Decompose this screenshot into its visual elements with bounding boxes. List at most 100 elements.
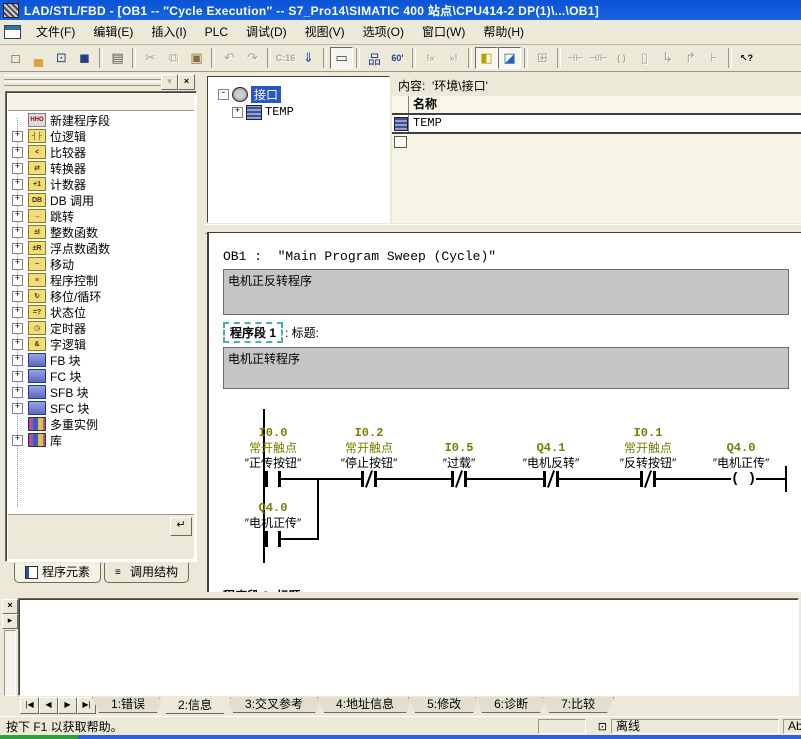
close-branch-icon[interactable]: ↱ xyxy=(679,47,702,69)
network-connections-icon[interactable]: 品 xyxy=(363,47,386,69)
no-contact-icon[interactable]: ⊣⊢ xyxy=(564,47,587,69)
sidebar-dropdown-button[interactable]: ▾ xyxy=(161,74,178,90)
new-network-icon[interactable]: ⊞ xyxy=(531,47,554,69)
next-error-icon[interactable]: »! xyxy=(442,47,465,69)
tree-item-6[interactable]: +→跳转 xyxy=(8,208,194,224)
next-button[interactable]: ▶ xyxy=(58,697,77,714)
rung-element-0-symbol[interactable] xyxy=(268,471,278,487)
expand-icon[interactable]: + xyxy=(12,227,23,238)
collapse-icon[interactable]: - xyxy=(218,89,229,100)
output-tab-2[interactable]: 2:信息 xyxy=(159,697,231,714)
expand-icon[interactable]: + xyxy=(12,371,23,382)
expand-icon[interactable]: + xyxy=(12,211,23,222)
download-icon[interactable]: ⇓ xyxy=(297,47,320,69)
sidebar-close-button[interactable]: × xyxy=(178,74,195,90)
expand-icon[interactable]: + xyxy=(12,307,23,318)
help-select-icon[interactable]: ↖? xyxy=(735,47,758,69)
output-tab-1[interactable]: 1:错误 xyxy=(92,697,164,713)
expand-icon[interactable]: + xyxy=(12,243,23,254)
connector-icon[interactable]: ⊦ xyxy=(702,47,725,69)
nc-contact-icon[interactable]: ⊣/⊢ xyxy=(587,47,610,69)
tree-item-0[interactable]: HHO新建程序段 xyxy=(8,112,194,128)
call-structure-icon[interactable]: C:16 xyxy=(274,47,297,69)
output-scroll-track[interactable] xyxy=(4,630,16,696)
menu-item-1[interactable]: 编辑(E) xyxy=(84,21,142,43)
menu-item-4[interactable]: 调试(D) xyxy=(237,21,296,43)
tree-item-16[interactable]: +FC 块 xyxy=(8,368,194,384)
expand-icon[interactable]: + xyxy=(12,195,23,206)
expand-icon[interactable]: + xyxy=(12,275,23,286)
tree-item-1[interactable]: +┤├位逻辑 xyxy=(8,128,194,144)
menu-item-8[interactable]: 帮助(H) xyxy=(474,21,533,43)
menu-item-6[interactable]: 选项(O) xyxy=(354,21,413,43)
tree-item-17[interactable]: +SFB 块 xyxy=(8,384,194,400)
menu-item-5[interactable]: 视图(V) xyxy=(296,21,354,43)
cut-icon[interactable]: ✂ xyxy=(139,47,162,69)
tree-item-19[interactable]: 多重实例 xyxy=(8,416,194,432)
sidebar-grip-bar[interactable]: ▾ × xyxy=(2,74,198,89)
tree-item-7[interactable]: +±I整数函数 xyxy=(8,224,194,240)
save-icon[interactable]: ◼ xyxy=(73,47,96,69)
output-close-button[interactable]: × xyxy=(2,599,18,614)
menu-item-3[interactable]: PLC xyxy=(196,21,237,43)
interface-temp-row[interactable]: + TEMP xyxy=(228,103,389,121)
undo-icon[interactable]: ↶ xyxy=(218,47,241,69)
tree-item-8[interactable]: +±R浮点数函数 xyxy=(8,240,194,256)
child-window-system-icon[interactable] xyxy=(4,25,21,39)
tree-item-9[interactable]: +~移动 xyxy=(8,256,194,272)
paste-icon[interactable]: ▣ xyxy=(185,47,208,69)
tree-item-18[interactable]: +SFC 块 xyxy=(8,400,194,416)
tree-item-2[interactable]: +<比较器 xyxy=(8,144,194,160)
expand-icon[interactable]: + xyxy=(12,147,23,158)
expand-icon[interactable]: + xyxy=(12,179,23,190)
prev-error-icon[interactable]: !« xyxy=(419,47,442,69)
open-icon[interactable]: ▄ xyxy=(27,47,50,69)
view-detail-icon[interactable]: ◪ xyxy=(498,47,521,69)
expand-icon[interactable]: + xyxy=(12,339,23,350)
expand-icon[interactable]: + xyxy=(12,435,23,446)
tree-item-20[interactable]: +库 xyxy=(8,432,194,448)
open-online-icon[interactable]: ⊡ xyxy=(50,47,73,69)
empty-box-icon[interactable]: ▯ xyxy=(633,47,656,69)
copy-icon[interactable]: ⧉ xyxy=(162,47,185,69)
output-tab-7[interactable]: 7:比较 xyxy=(542,697,614,713)
table-row[interactable]: TEMP xyxy=(392,115,801,134)
menu-item-7[interactable]: 窗口(W) xyxy=(413,21,474,43)
tree-item-3[interactable]: +⇄转换器 xyxy=(8,160,194,176)
interface-root-row[interactable]: - 接口 xyxy=(214,85,389,103)
output-expand-button[interactable]: ▸ xyxy=(2,614,18,629)
expand-icon[interactable]: + xyxy=(12,163,23,174)
open-branch-icon[interactable]: ↳ xyxy=(656,47,679,69)
output-content[interactable] xyxy=(18,598,799,696)
coil-symbol[interactable]: ( ) xyxy=(731,471,756,487)
expand-icon[interactable]: + xyxy=(12,323,23,334)
table-new-row[interactable] xyxy=(392,134,801,151)
output-tab-3[interactable]: 3:交叉参考 xyxy=(226,697,322,713)
monitor-onoff-icon[interactable]: 60' xyxy=(386,47,409,69)
coil-icon[interactable]: ( ) xyxy=(610,47,633,69)
new-icon[interactable]: □ xyxy=(4,47,27,69)
symbol-info-icon[interactable]: ▭ xyxy=(330,47,353,69)
expand-icon[interactable]: + xyxy=(12,355,23,366)
tree-item-15[interactable]: +FB 块 xyxy=(8,352,194,368)
tree-item-5[interactable]: +DBDB 调用 xyxy=(8,192,194,208)
output-tab-5[interactable]: 5:修改 xyxy=(408,697,480,713)
tree-item-11[interactable]: +↻移位/循环 xyxy=(8,288,194,304)
tree-item-13[interactable]: +◷定时器 xyxy=(8,320,194,336)
sidebar-tab-call-structure[interactable]: ≡调用结构 xyxy=(104,563,189,583)
print-icon[interactable]: ▤ xyxy=(106,47,129,69)
view-overview-icon[interactable]: ◧ xyxy=(475,47,498,69)
branch-element-symbol[interactable] xyxy=(268,531,278,547)
tree-item-14[interactable]: +&字逻辑 xyxy=(8,336,194,352)
expand-icon[interactable]: + xyxy=(232,107,243,118)
output-tab-6[interactable]: 6:诊断 xyxy=(475,697,547,713)
expand-icon[interactable]: + xyxy=(12,259,23,270)
expand-icon[interactable]: + xyxy=(12,291,23,302)
first-button[interactable]: |◀ xyxy=(20,697,39,714)
menu-item-2[interactable]: 插入(I) xyxy=(142,21,195,43)
tree-item-12[interactable]: +=?状态位 xyxy=(8,304,194,320)
interface-root-label[interactable]: 接口 xyxy=(251,86,281,103)
menu-item-0[interactable]: 文件(F) xyxy=(27,21,84,43)
redo-icon[interactable]: ↷ xyxy=(241,47,264,69)
row-name-cell[interactable]: TEMP xyxy=(409,115,442,132)
